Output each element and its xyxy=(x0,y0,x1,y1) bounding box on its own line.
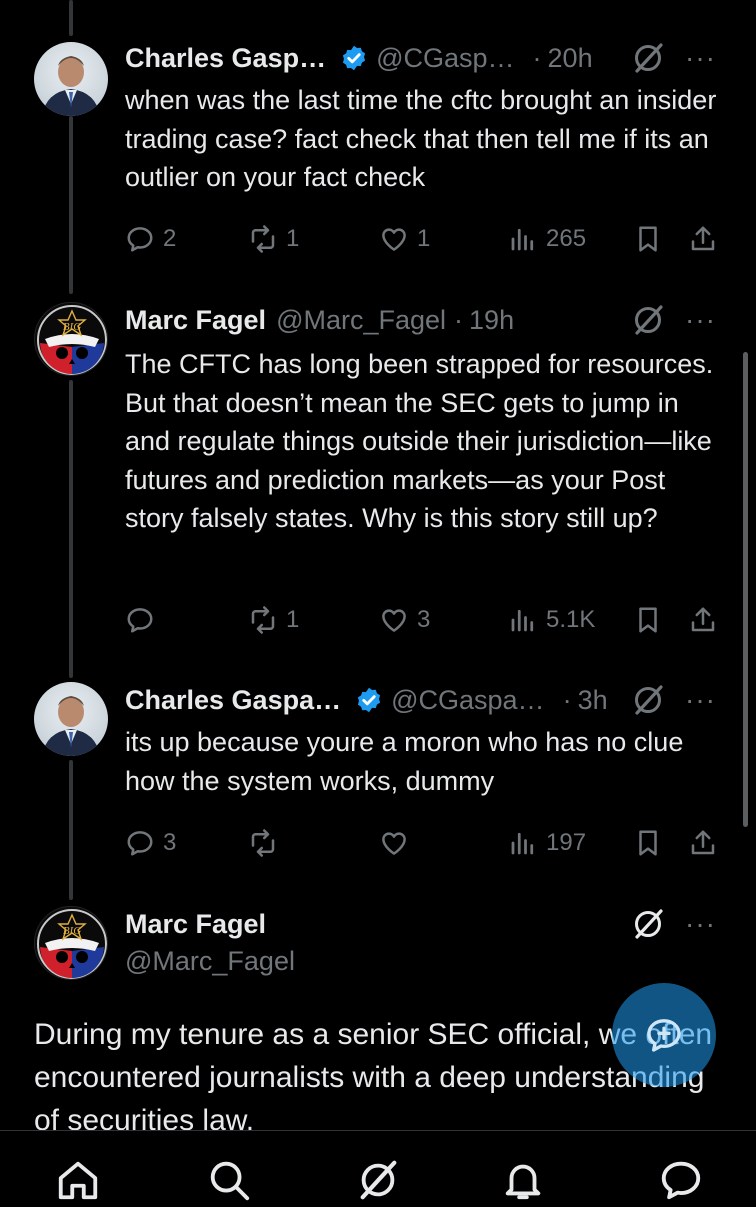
author-name[interactable]: Marc Fagel xyxy=(125,909,266,940)
separator-dot: · xyxy=(532,42,542,73)
views-icon xyxy=(511,832,534,855)
avatar-badge-text: BIG xyxy=(63,321,81,333)
view-count: 265 xyxy=(546,225,587,252)
tweet-text: when was the last time the cftc brought … xyxy=(125,85,717,192)
author-handle[interactable]: @CGaspa… xyxy=(391,685,544,716)
view-count: 5.1K xyxy=(546,606,596,633)
heart-icon xyxy=(382,228,406,251)
author-handle[interactable]: @Marc_Fagel xyxy=(276,305,446,336)
timestamp[interactable]: 19h xyxy=(469,305,514,336)
grok-icon xyxy=(360,1160,397,1200)
author-handle[interactable]: @Marc_Fagel xyxy=(125,946,295,977)
tweet[interactable]: Charles Gasp… @CGasp… · 20h ··· when was… xyxy=(0,0,756,290)
tweet-actions: 3 197 xyxy=(125,825,725,861)
heart-icon xyxy=(382,609,406,632)
reply-count: 2 xyxy=(163,225,177,252)
separator-dot: · xyxy=(562,684,572,715)
reply-icon xyxy=(127,608,153,633)
more-options-icon[interactable]: ··· xyxy=(685,686,716,714)
heart-icon xyxy=(382,832,406,855)
reply-button[interactable] xyxy=(125,602,163,638)
bookmark-icon xyxy=(639,226,657,252)
tweet-actions: 2 1 1 265 xyxy=(125,221,725,257)
repost-icon xyxy=(251,225,275,253)
timestamp[interactable]: 20h xyxy=(548,43,593,74)
share-icon xyxy=(691,830,715,855)
reply-button[interactable]: 3 xyxy=(125,825,176,861)
repost-button[interactable] xyxy=(248,825,286,861)
reply-icon xyxy=(127,227,153,252)
share-button[interactable] xyxy=(688,825,718,861)
avatar[interactable] xyxy=(34,42,108,116)
views-icon xyxy=(511,228,534,251)
views-button[interactable]: 5.1K xyxy=(508,602,595,638)
bookmark-button[interactable] xyxy=(633,825,663,861)
grok-icon[interactable] xyxy=(631,907,665,941)
notifications-icon xyxy=(505,1164,541,1200)
author-name[interactable]: Marc Fagel xyxy=(125,305,266,336)
verified-badge-icon xyxy=(355,686,383,714)
bookmark-button[interactable] xyxy=(633,602,663,638)
views-icon xyxy=(511,609,534,632)
reply-count: 3 xyxy=(163,829,177,856)
avatar-badge-text: BIG xyxy=(63,925,81,937)
bookmark-icon xyxy=(639,607,657,633)
grok-icon[interactable] xyxy=(631,683,665,717)
repost-icon xyxy=(251,829,275,857)
share-button[interactable] xyxy=(688,221,718,257)
like-button[interactable]: 3 xyxy=(379,602,430,638)
avatar[interactable]: BIG xyxy=(34,906,108,980)
share-icon xyxy=(691,226,715,251)
timestamp[interactable]: 3h xyxy=(578,685,608,716)
like-button[interactable] xyxy=(379,825,417,861)
author-name[interactable]: Charles Gasp… xyxy=(125,43,326,74)
views-button[interactable]: 197 xyxy=(508,825,586,861)
views-button[interactable]: 265 xyxy=(508,221,586,257)
share-button[interactable] xyxy=(688,602,718,638)
search-icon xyxy=(210,1161,250,1201)
author-handle[interactable]: @CGasp… xyxy=(376,43,514,74)
tweet-text: The CFTC has long been strapped for reso… xyxy=(125,349,714,533)
tweet[interactable]: BIG Marc Fagel @Marc_Fagel · 19h ··· The… xyxy=(0,290,756,670)
avatar[interactable]: BIG xyxy=(34,302,108,376)
tweet-actions: 1 3 5.1K xyxy=(125,602,725,638)
like-count: 1 xyxy=(417,225,431,252)
tweet[interactable]: Charles Gaspa… @CGaspa… · 3h ··· its up … xyxy=(0,670,756,890)
bottom-nav xyxy=(0,1131,756,1201)
scrollbar[interactable] xyxy=(743,352,748,827)
repost-icon xyxy=(251,606,275,634)
separator-dot: · xyxy=(454,304,464,335)
more-options-icon[interactable]: ··· xyxy=(685,44,716,72)
grok-icon[interactable] xyxy=(631,41,665,75)
more-options-icon[interactable]: ··· xyxy=(685,910,716,938)
home-icon xyxy=(58,1161,98,1200)
compose-reply-icon xyxy=(647,1019,681,1052)
share-icon xyxy=(691,607,715,632)
like-count: 3 xyxy=(417,606,431,633)
repost-button[interactable]: 1 xyxy=(248,602,299,638)
tweet-text: its up because youre a moron who has no … xyxy=(125,727,684,796)
reply-fab-button[interactable] xyxy=(612,983,716,1087)
verified-badge-icon xyxy=(340,44,368,72)
repost-count: 1 xyxy=(286,606,300,633)
grok-icon[interactable] xyxy=(631,303,665,337)
reply-button[interactable]: 2 xyxy=(125,221,176,257)
author-name[interactable]: Charles Gaspa… xyxy=(125,685,341,716)
reply-icon xyxy=(127,831,153,856)
bookmark-icon xyxy=(639,830,657,856)
bookmark-button[interactable] xyxy=(633,221,663,257)
messages-icon xyxy=(661,1161,701,1200)
repost-count: 1 xyxy=(286,225,300,252)
repost-button[interactable]: 1 xyxy=(248,221,299,257)
view-count: 197 xyxy=(546,829,587,856)
more-options-icon[interactable]: ··· xyxy=(685,306,716,334)
like-button[interactable]: 1 xyxy=(379,221,430,257)
avatar[interactable] xyxy=(34,682,108,756)
